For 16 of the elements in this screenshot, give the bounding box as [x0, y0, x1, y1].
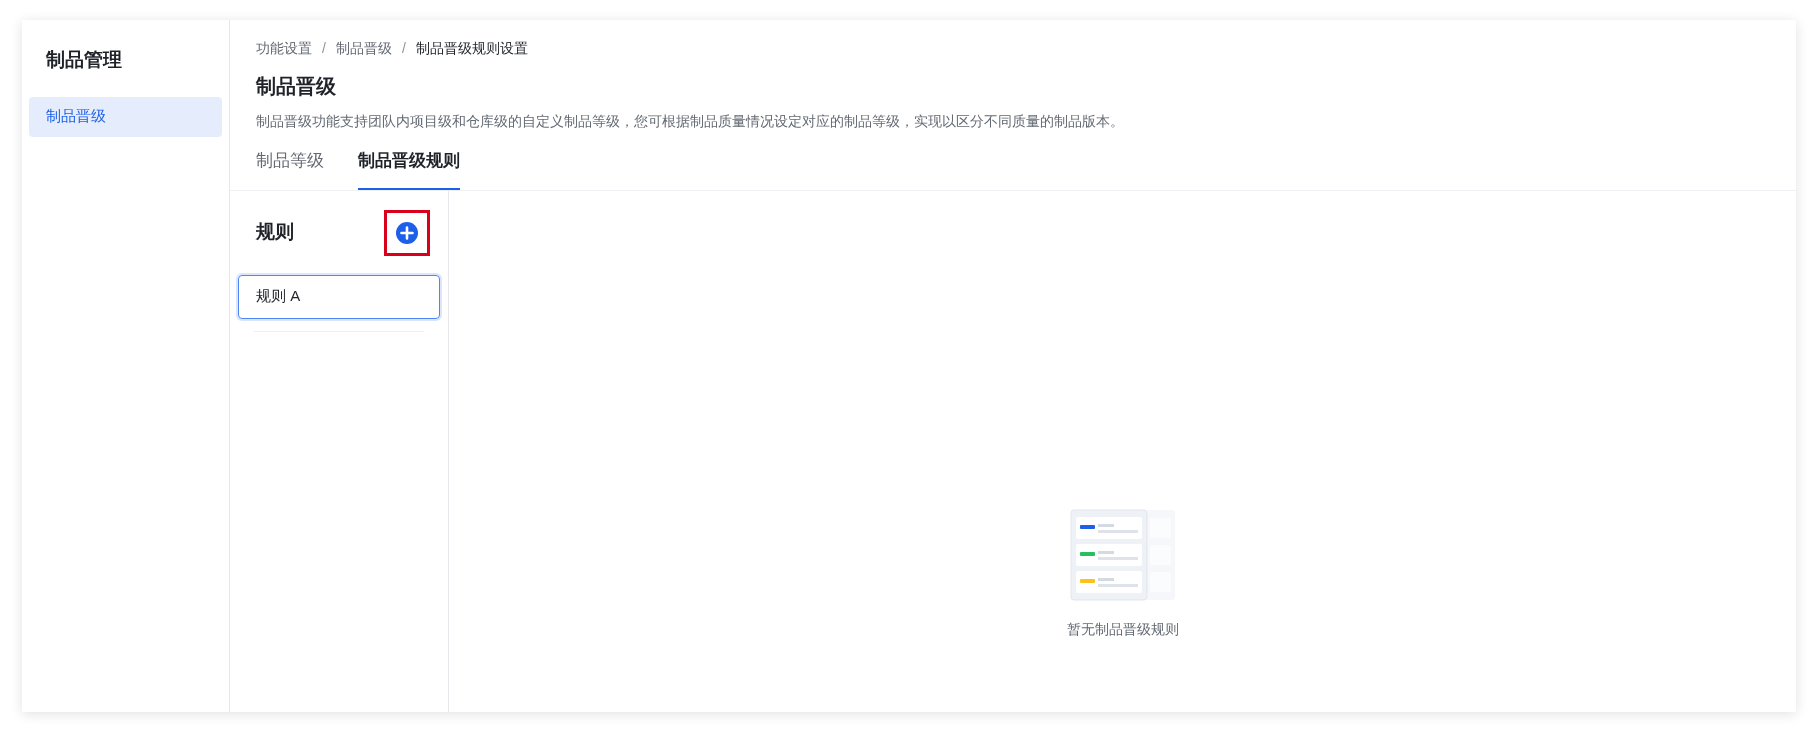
page-description: 制品晋级功能支持团队内项目级和仓库级的自定义制品等级，您可根据制品质量情况设定对应的制品等级，实现以区分不同质量的制品版本。 — [256, 112, 1125, 131]
rule-item[interactable]: 规则 A — [238, 274, 440, 319]
tab[interactable]: 制品晋级规则 — [358, 148, 460, 190]
add-button[interactable] — [384, 209, 430, 256]
breadcrumb-separator: / — [401, 39, 406, 58]
page-title: 制品晋级 — [256, 74, 337, 99]
breadcrumb-link[interactable]: 制品晋级 — [335, 38, 392, 59]
rules-title: 规则 — [256, 220, 294, 245]
sidebar-title: 制品管理 — [45, 48, 123, 72]
breadcrumb-separator: / — [322, 39, 326, 58]
breadcrumb-link[interactable]: 功能设置 — [256, 38, 312, 59]
breadcrumb-current: 制品晋级规则设置 — [415, 39, 528, 58]
plus-circle-icon — [395, 220, 419, 245]
sidebar-item[interactable]: 制品晋级 — [29, 96, 222, 137]
empty-state-message: 暂无制品晋级规则 — [1066, 619, 1179, 639]
tab[interactable]: 制品等级 — [256, 148, 324, 190]
